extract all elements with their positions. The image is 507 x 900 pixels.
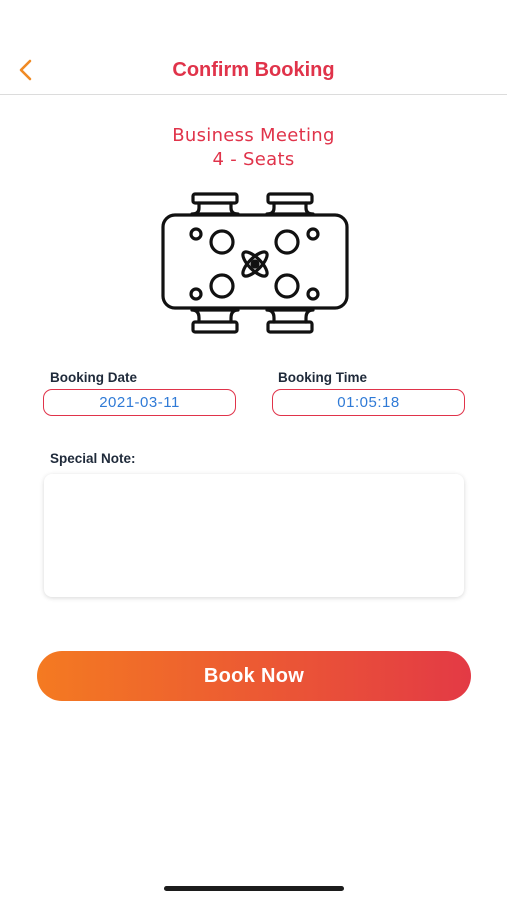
table-name: Business Meeting xyxy=(172,125,335,146)
header-bar: Confirm Booking xyxy=(0,0,507,95)
booking-date-field[interactable]: 2021-03-11 xyxy=(43,389,236,416)
book-now-button[interactable]: Book Now xyxy=(37,651,471,701)
home-indicator[interactable] xyxy=(164,886,344,891)
page-title: Confirm Booking xyxy=(172,59,335,81)
booking-date-label: Booking Date xyxy=(50,370,138,385)
booking-time-field[interactable]: 01:05:18 xyxy=(272,389,465,416)
dining-table-icon xyxy=(161,192,349,334)
special-note-label: Special Note: xyxy=(50,451,136,466)
booking-time-label: Booking Time xyxy=(278,370,368,385)
special-note-input[interactable] xyxy=(44,474,464,597)
table-seats: 4 - Seats xyxy=(212,149,295,170)
